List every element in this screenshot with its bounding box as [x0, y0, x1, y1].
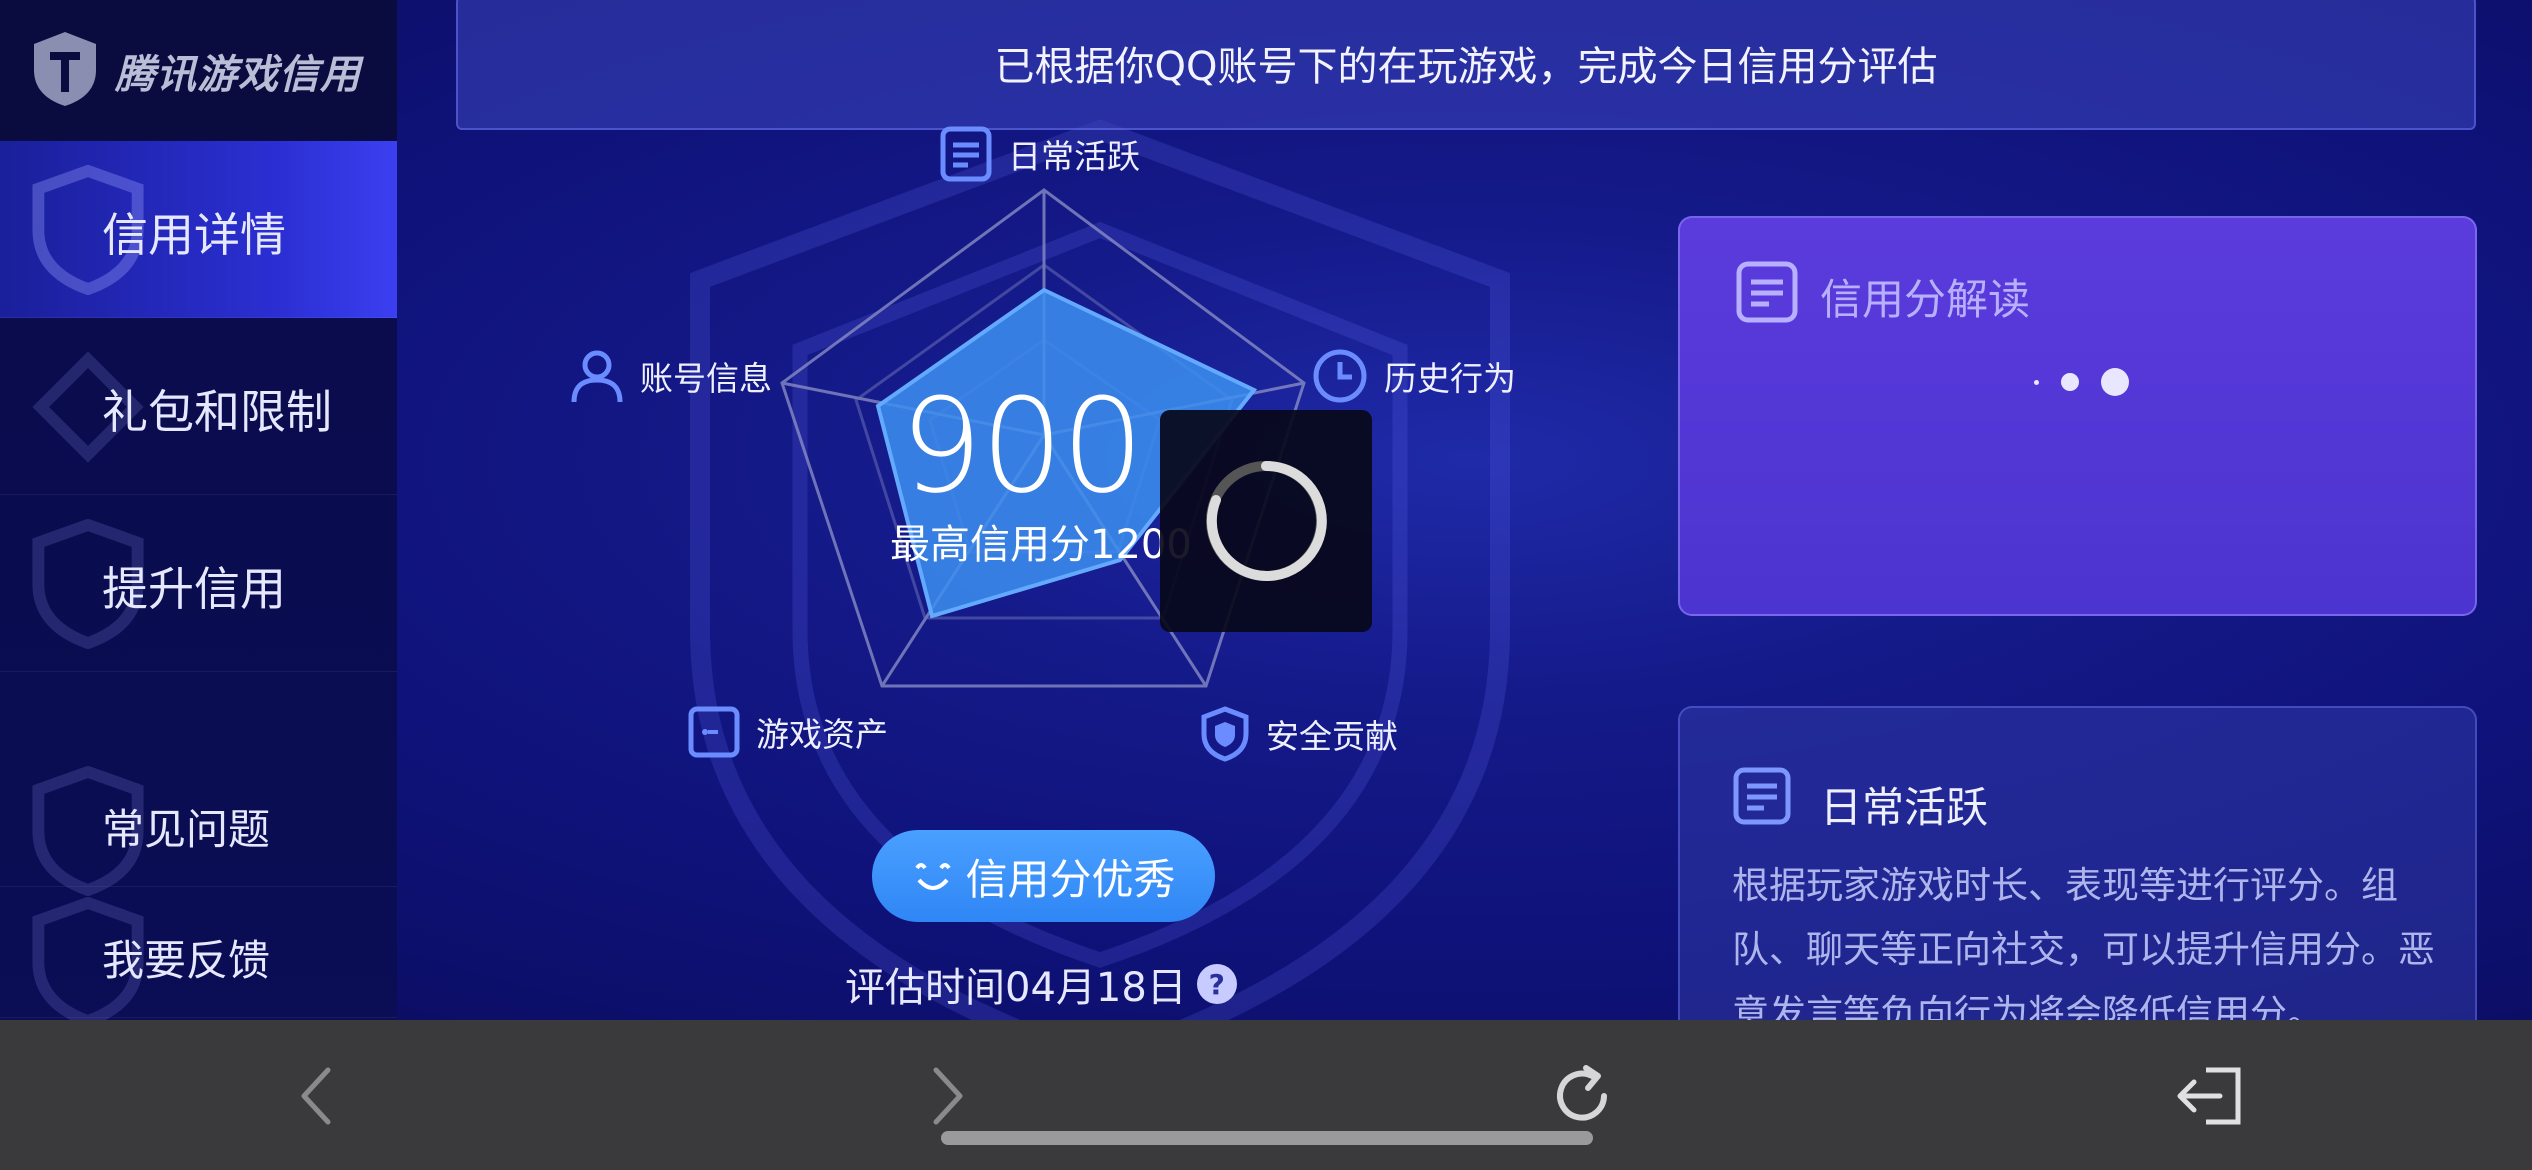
sidebar-item-gifts-restrictions[interactable]: 礼包和限制: [0, 318, 397, 495]
shield-icon: [1201, 706, 1249, 762]
clock-icon: [1313, 349, 1367, 403]
loading-dots-icon: [2034, 368, 2129, 396]
card-description: 根据玩家游戏时长、表现等进行评分。组队、聊天等正向社交，可以提升信用分。恶意发言…: [1732, 864, 2435, 1035]
home-indicator: [941, 1131, 1593, 1145]
evaluation-banner: 已根据你QQ账号下的在玩游戏，完成今日信用分评估: [456, 0, 2476, 130]
radar-label-text: 游戏资产: [756, 715, 888, 754]
wallet-icon: [688, 706, 740, 758]
back-button[interactable]: [276, 1056, 356, 1136]
credit-rating-text: 信用分优秀: [965, 854, 1176, 904]
loading-spinner-icon: [1206, 460, 1327, 581]
refresh-icon: [1557, 1065, 1607, 1121]
radar-label-account: 账号信息: [570, 348, 772, 404]
logo: 腾讯游戏信用: [0, 0, 397, 140]
radar-label-security: 安全贡献: [1200, 706, 1398, 762]
evaluation-time-text: 评估时间04月18日: [845, 965, 1187, 1011]
radar-label-text: 日常活跃: [1008, 137, 1140, 176]
sidebar-item-label: 礼包和限制: [102, 385, 332, 439]
browser-toolbar: [0, 1020, 2532, 1170]
radar-label-history: 历史行为: [1312, 348, 1516, 404]
credit-score-value: 900: [900, 370, 1144, 522]
exit-button[interactable]: [2168, 1056, 2248, 1136]
exit-icon: [2177, 1067, 2241, 1125]
back-icon: [301, 1067, 331, 1125]
forward-icon: [933, 1067, 963, 1125]
sidebar-item-label: 信用详情: [102, 208, 286, 262]
radar-label-text: 历史行为: [1384, 359, 1516, 398]
refresh-button[interactable]: [1542, 1056, 1622, 1136]
credit-rating-badge[interactable]: 信用分优秀: [872, 830, 1215, 922]
card-title: 信用分解读: [1820, 275, 2031, 324]
sidebar-item-improve-credit[interactable]: 提升信用: [0, 495, 397, 672]
user-icon: [571, 350, 623, 403]
sidebar-item-feedback[interactable]: 我要反馈: [0, 887, 397, 1027]
sidebar-item-label: 我要反馈: [102, 936, 271, 985]
sidebar-item-label: 提升信用: [102, 562, 286, 616]
tencent-shield-logo-icon: [34, 32, 96, 106]
sidebar-item-credit-details[interactable]: 信用详情: [0, 141, 397, 318]
radar-label-text: 安全贡献: [1266, 717, 1398, 756]
max-score-label: 最高信用分1200: [890, 522, 1192, 568]
sidebar-item-label: 常见问题: [102, 805, 271, 854]
credit-interpretation-card[interactable]: 信用分解读: [1678, 216, 2477, 616]
loading-overlay: [1160, 410, 1372, 632]
forward-button[interactable]: [908, 1056, 988, 1136]
document-icon: [1736, 261, 1798, 323]
document-icon: [940, 126, 992, 182]
radar-label-text: 账号信息: [640, 359, 772, 398]
logo-text: 腾讯游戏信用: [115, 52, 361, 98]
banner-text: 已根据你QQ账号下的在玩游戏，完成今日信用分评估: [994, 44, 1938, 90]
smile-icon: [915, 863, 952, 890]
radar-label-daily: 日常活跃: [940, 126, 1140, 182]
evaluation-time: 评估时间04月18日 ?: [845, 955, 1237, 1013]
sidebar-item-faq[interactable]: 常见问题: [0, 756, 397, 896]
help-icon[interactable]: ?: [1196, 964, 1237, 1004]
daily-activity-card[interactable]: 日常活跃 根据玩家游戏时长、表现等进行评分。组队、聊天等正向社交，可以提升信用分…: [1678, 706, 2477, 1070]
sidebar: 腾讯游戏信用 信用详情 礼包和限制 提升信用 常见问题 我要反馈: [0, 0, 397, 1027]
card-title: 日常活跃: [1820, 783, 1989, 832]
document-icon: [1733, 767, 1791, 825]
radar-label-assets: 游戏资产: [688, 706, 888, 758]
